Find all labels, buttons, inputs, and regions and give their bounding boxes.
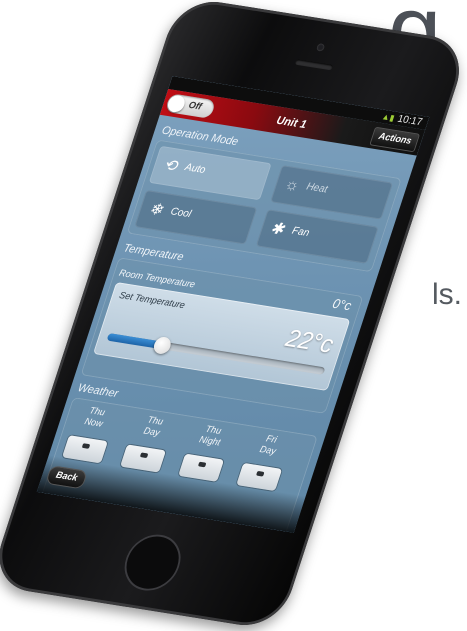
forecast-item[interactable]: Fri Day — [236, 431, 295, 492]
set-temperature-value: 22°c — [282, 323, 338, 359]
mode-fan-button[interactable]: ✱ Fan — [255, 209, 379, 264]
power-toggle-label: Off — [187, 100, 203, 113]
phone-device: ▲▮10:17 Off Unit 1 Actions Operation Mod… — [0, 0, 467, 631]
power-toggle[interactable]: Off — [164, 93, 217, 119]
mode-label: Heat — [304, 180, 329, 196]
room-temperature-value: 0°c — [330, 295, 354, 314]
temperature-panel: Room Temperature 0°c Set Temperature 22°… — [80, 257, 364, 414]
sun-icon: ☼ — [282, 174, 303, 195]
weather-title: Weather — [76, 380, 121, 400]
auto-cycle-icon: ⟲ — [161, 155, 180, 175]
background-body-fragment: ls. — [432, 278, 462, 311]
forecast-item[interactable]: Thu Night — [178, 422, 237, 482]
actions-button[interactable]: Actions — [369, 126, 421, 153]
set-temperature-label: Set Temperature — [117, 290, 187, 311]
signal-icon: ▲▮ — [380, 111, 396, 123]
forecast-item[interactable]: Thu Now — [62, 403, 121, 464]
fan-icon: ✱ — [268, 219, 287, 239]
unit-title: Unit 1 — [274, 113, 309, 131]
snowflake-icon: ❄ — [146, 199, 165, 220]
mode-cool-button[interactable]: ❄ Cool — [134, 190, 258, 245]
toggle-knob — [165, 94, 187, 114]
forecast-item[interactable]: Thu Day — [120, 413, 179, 473]
mode-label: Auto — [183, 161, 208, 176]
back-button[interactable]: Back — [45, 465, 88, 490]
slider-thumb[interactable] — [151, 335, 173, 355]
mode-label: Fan — [290, 225, 311, 239]
mode-auto-button[interactable]: ⟲ Auto — [148, 145, 272, 201]
mode-label: Cool — [169, 205, 193, 221]
mode-heat-button[interactable]: ☼ Heat — [270, 165, 394, 220]
